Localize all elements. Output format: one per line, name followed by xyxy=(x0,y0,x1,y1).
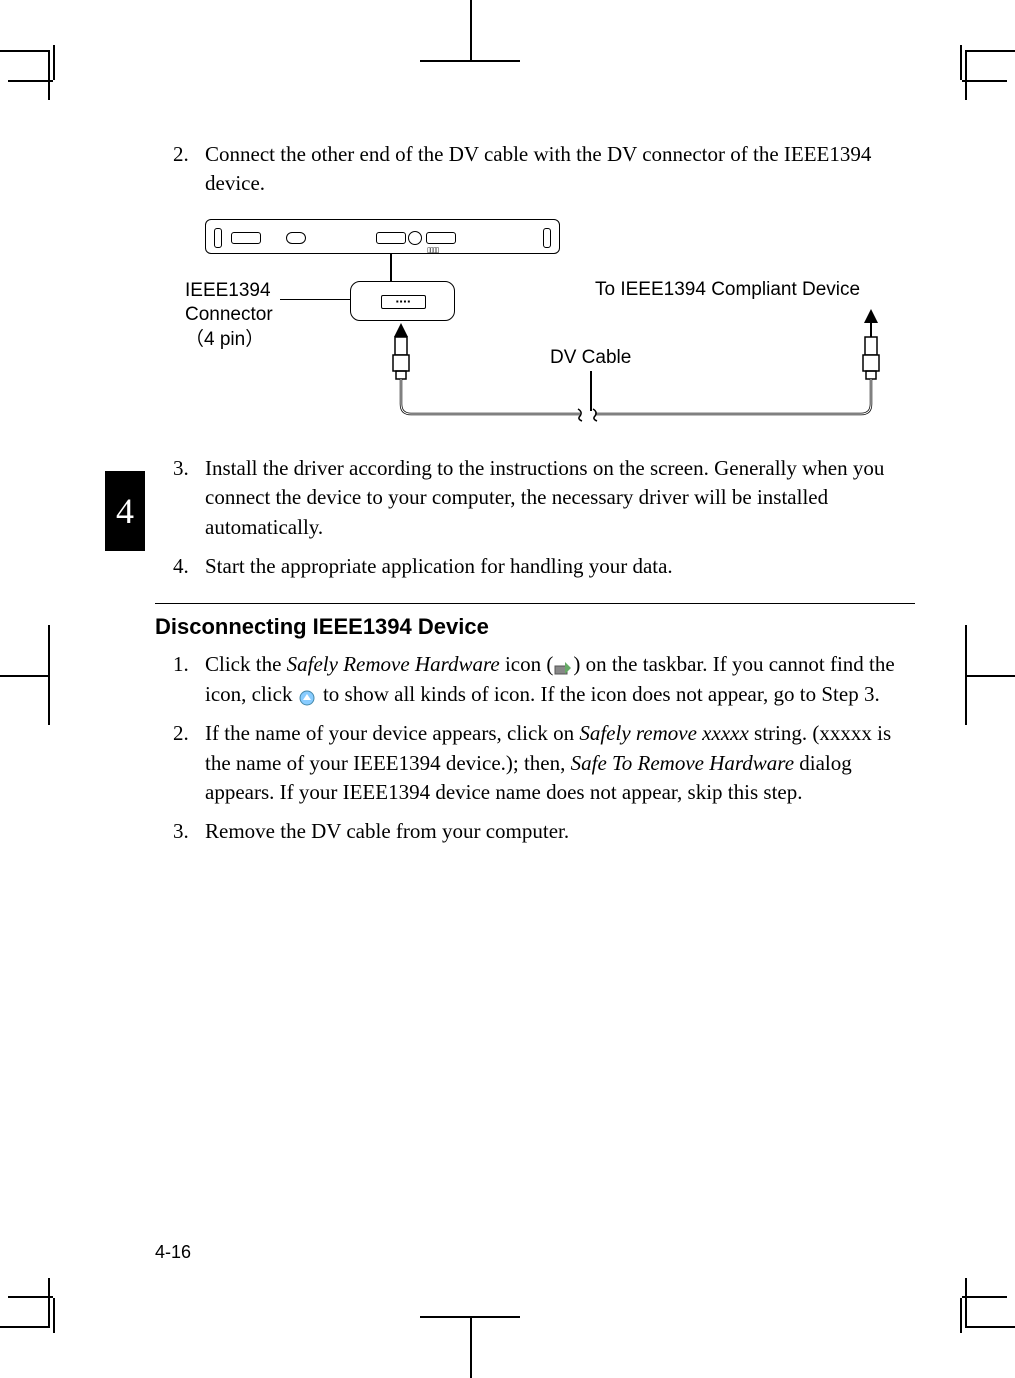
disconnect-step-3: 3. Remove the DV cable from your compute… xyxy=(155,817,915,846)
step-number: 4. xyxy=(155,552,205,581)
step-text: Click the Safely Remove Hardware icon ()… xyxy=(205,650,915,709)
page-number: 4-16 xyxy=(155,1242,191,1263)
ieee-connector-label: IEEE1394 Connector （4 pin） xyxy=(185,279,273,353)
step-text: Start the appropriate application for ha… xyxy=(205,552,915,581)
compliant-device-label: To IEEE1394 Compliant Device xyxy=(595,279,860,301)
disconnect-step-1: 1. Click the Safely Remove Hardware icon… xyxy=(155,650,915,709)
laptop-icon: ▯▯▯▯ xyxy=(205,219,560,254)
connection-diagram: ▯▯▯▯ ▪▪▪▪ IEEE1394 Connector （4 pin） To … xyxy=(205,219,905,439)
step-number: 2. xyxy=(155,719,205,807)
page-content: 2. Connect the other end of the DV cable… xyxy=(155,140,915,857)
step-number: 2. xyxy=(155,140,205,199)
step-text: If the name of your device appears, clic… xyxy=(205,719,915,807)
step-number: 3. xyxy=(155,817,205,846)
step-text: Connect the other end of the DV cable wi… xyxy=(205,140,915,199)
disconnect-step-2: 2. If the name of your device appears, c… xyxy=(155,719,915,807)
safely-remove-hardware-icon xyxy=(553,657,573,677)
step-text: Remove the DV cable from your computer. xyxy=(205,817,915,846)
cable-icon xyxy=(380,309,900,429)
step-number: 3. xyxy=(155,454,205,542)
section-heading-disconnecting: Disconnecting IEEE1394 Device xyxy=(155,603,915,640)
step-2: 2. Connect the other end of the DV cable… xyxy=(155,140,915,199)
step-number: 1. xyxy=(155,650,205,709)
step-4: 4. Start the appropriate application for… xyxy=(155,552,915,581)
step-text: Install the driver according to the inst… xyxy=(205,454,915,542)
chapter-tab: 4 xyxy=(105,471,145,551)
step-3: 3. Install the driver according to the i… xyxy=(155,454,915,542)
show-hidden-icons-icon xyxy=(298,686,318,706)
